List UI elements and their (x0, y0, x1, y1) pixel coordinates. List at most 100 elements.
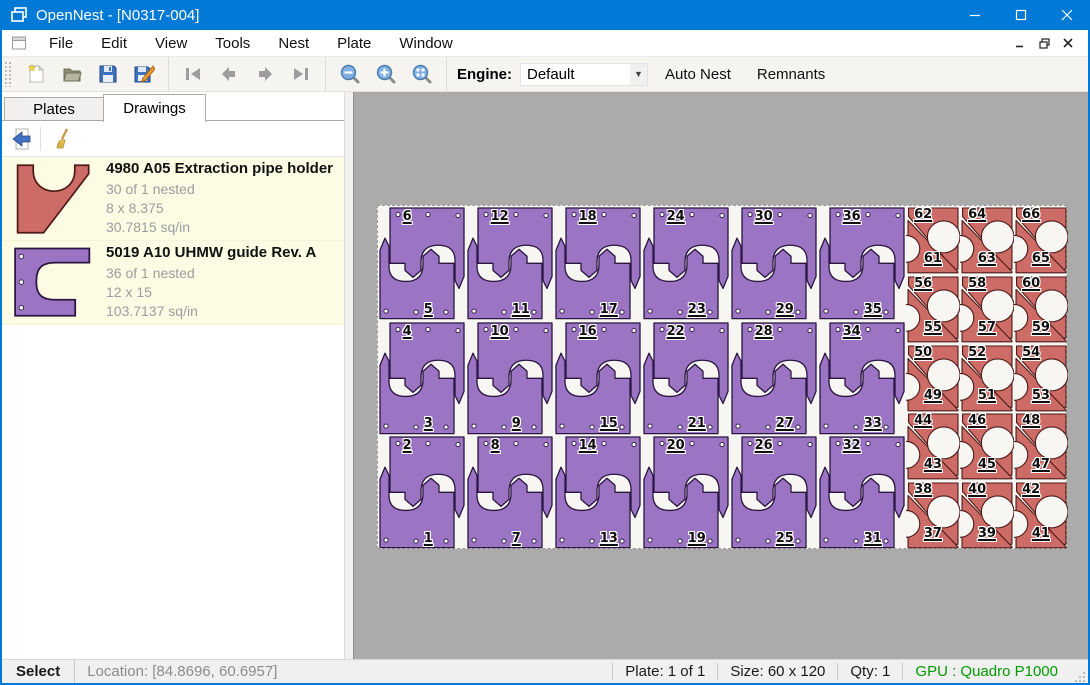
resize-grip[interactable] (1074, 671, 1086, 683)
list-item-drawing-1[interactable]: 4980 A05 Extraction pipe holder 30 of 1 … (2, 157, 344, 241)
nest-pair-35-36[interactable]: 3635 (818, 206, 906, 321)
app-window: OpenNest - [N0317-004] File Edit View To… (0, 0, 1090, 685)
clear-drawings-button[interactable] (51, 125, 79, 153)
menu-window[interactable]: Window (385, 32, 466, 55)
nest-pair-45-46[interactable]: 4645 (960, 412, 1014, 481)
menu-edit[interactable]: Edit (87, 32, 141, 55)
part-number: 65 (1032, 252, 1050, 265)
close-button[interactable] (1044, 0, 1090, 30)
nest-pair-3-4[interactable]: 43 (378, 321, 466, 436)
drawing-title: 5019 A10 UHMW guide Rev. A (106, 244, 338, 261)
new-file-button[interactable] (18, 59, 54, 89)
nest-pair-15-16[interactable]: 1615 (554, 321, 642, 436)
first-plate-button[interactable] (175, 59, 211, 89)
part-number: 47 (1032, 458, 1050, 471)
nest-pair-29-30[interactable]: 3029 (730, 206, 818, 321)
open-file-button[interactable] (54, 59, 90, 89)
nest-pair-1-2[interactable]: 21 (378, 435, 466, 550)
nest-pair-41-42[interactable]: 42 41 (1014, 481, 1068, 550)
part-number: 42 (1022, 483, 1040, 496)
minimize-button[interactable] (952, 0, 998, 30)
part-number: 14 (579, 439, 597, 452)
part-number: 41 (1032, 527, 1050, 540)
part-number: 34 (843, 325, 861, 338)
nest-pair-19-20[interactable]: 2019 (642, 435, 730, 550)
part-number: 40 (968, 483, 986, 496)
last-plate-button[interactable] (283, 59, 319, 89)
zoom-in-button[interactable] (368, 59, 404, 89)
menu-plate[interactable]: Plate (323, 32, 385, 55)
sidebar-scrollbar[interactable] (344, 92, 353, 659)
nest-pair-11-12[interactable]: 12 11 (466, 206, 554, 321)
mdi-minimize-button[interactable] (1008, 33, 1032, 53)
engine-select[interactable]: Default ▼ (520, 63, 648, 86)
nest-pair-63-64[interactable]: 6463 (960, 206, 1014, 275)
toolbar-grip[interactable] (4, 61, 12, 87)
maximize-button[interactable] (998, 0, 1044, 30)
save-as-file-button[interactable] (126, 59, 162, 89)
nest-pair-5-6[interactable]: 65 (378, 206, 466, 321)
part-number: 12 (491, 210, 509, 223)
nest-pair-59-60[interactable]: 6059 (1014, 275, 1068, 344)
menu-nest[interactable]: Nest (264, 32, 323, 55)
status-qty: Qty: 1 (837, 663, 902, 679)
save-file-button[interactable] (90, 59, 126, 89)
part-number: 51 (978, 389, 996, 402)
nest-canvas[interactable]: 6512111817242330293635431091615222128273… (353, 92, 1088, 659)
part-number: 45 (978, 458, 996, 471)
part-number: 55 (924, 321, 942, 334)
title-bar: OpenNest - [N0317-004] (0, 0, 1090, 30)
nest-pair-25-26[interactable]: 2625 (730, 435, 818, 550)
mdi-close-button[interactable] (1056, 33, 1080, 53)
nest-pair-31-32[interactable]: 3231 (818, 435, 906, 550)
zoom-out-icon (339, 63, 361, 85)
tab-plates[interactable]: Plates (4, 97, 104, 121)
auto-nest-button[interactable]: Auto Nest (656, 62, 740, 87)
extraction-pipe-holder-shape (10, 160, 98, 238)
nest-pair-17-18[interactable]: 1817 (554, 206, 642, 321)
part-number: 66 (1022, 208, 1040, 221)
nest-pair-13-14[interactable]: 1413 (554, 435, 642, 550)
zoom-fit-button[interactable] (404, 59, 440, 89)
nest-pair-47-48[interactable]: 4847 (1014, 412, 1068, 481)
nest-pair-27-28[interactable]: 2827 (730, 321, 818, 436)
nest-pair-57-58[interactable]: 5857 (960, 275, 1014, 344)
nest-pair-33-34[interactable]: 3433 (818, 321, 906, 436)
status-mode: Select (2, 660, 74, 683)
menu-file[interactable]: File (35, 32, 87, 55)
list-item-drawing-2[interactable]: 5019 A10 UHMW guide Rev. A 36 of 1 neste… (2, 241, 344, 325)
nest-pair-65-66[interactable]: 66 65 (1014, 206, 1068, 275)
part-number: 21 (688, 417, 706, 430)
remnants-button[interactable]: Remnants (748, 62, 834, 87)
zoom-out-button[interactable] (332, 59, 368, 89)
save-as-file-icon (133, 63, 155, 85)
part-number: 39 (978, 527, 996, 540)
nest-pair-7-8[interactable]: 87 (466, 435, 554, 550)
nest-pair-55-56[interactable]: 5655 (906, 275, 960, 344)
nest-pair-23-24[interactable]: 2423 (642, 206, 730, 321)
window-title: OpenNest - [N0317-004] (36, 7, 199, 24)
nest-pair-21-22[interactable]: 2221 (642, 321, 730, 436)
nest-pair-51-52[interactable]: 5251 (960, 344, 1014, 413)
nest-pair-39-40[interactable]: 40 39 (960, 481, 1014, 550)
new-file-icon (25, 63, 47, 85)
mdi-restore-button[interactable] (1032, 33, 1056, 53)
nest-pair-9-10[interactable]: 109 (466, 321, 554, 436)
previous-plate-button[interactable] (211, 59, 247, 89)
menu-tools[interactable]: Tools (201, 32, 264, 55)
nest-pair-37-38[interactable]: 3837 (906, 481, 960, 550)
chevron-down-icon: ▼ (630, 64, 647, 85)
part-number: 23 (688, 303, 706, 316)
menu-view[interactable]: View (141, 32, 201, 55)
part-number: 11 (512, 303, 530, 316)
nest-pair-49-50[interactable]: 5049 (906, 344, 960, 413)
nest-pair-53-54[interactable]: 5453 (1014, 344, 1068, 413)
plate[interactable]: 6512111817242330293635431091615222128273… (377, 205, 1067, 549)
nest-pair-43-44[interactable]: 4443 (906, 412, 960, 481)
nest-pair-61-62[interactable]: 6261 (906, 206, 960, 275)
next-plate-button[interactable] (247, 59, 283, 89)
document-window-icon (11, 35, 27, 51)
import-drawings-button[interactable] (8, 125, 36, 153)
part-number: 63 (978, 252, 996, 265)
tab-drawings[interactable]: Drawings (103, 94, 206, 122)
